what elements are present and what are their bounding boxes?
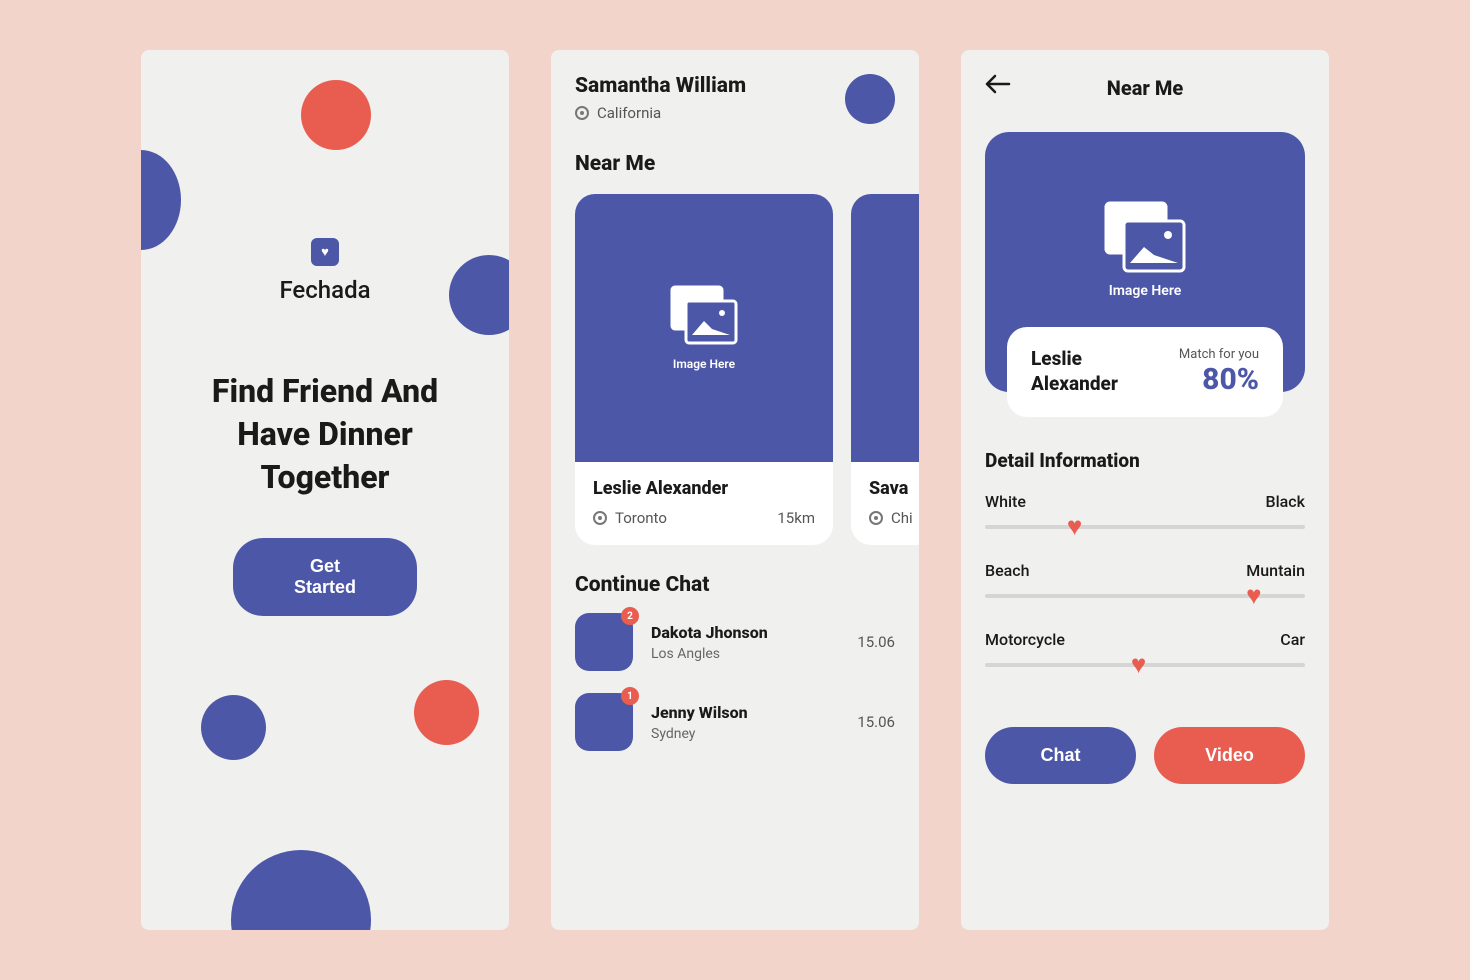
get-started-button[interactable]: Get Started: [233, 538, 417, 616]
preference-slider[interactable]: White Black ♥: [985, 492, 1305, 529]
page-title: Near Me: [1107, 76, 1183, 100]
image-placeholder-icon: [1102, 201, 1188, 275]
location-icon: [593, 511, 607, 525]
chat-name: Dakota Jhonson: [651, 623, 839, 642]
card-name: Sava: [869, 478, 919, 499]
unread-badge: 1: [621, 687, 639, 705]
near-me-title: Near Me: [575, 152, 895, 176]
placeholder-label: Image Here: [1109, 283, 1182, 299]
decor-dot: [414, 680, 479, 745]
heart-icon[interactable]: ♥: [1131, 652, 1146, 678]
slider-left-label: Motorcycle: [985, 630, 1065, 649]
user-name: Samantha William: [575, 74, 746, 98]
chat-time: 15.06: [857, 633, 895, 651]
chat-name: Jenny Wilson: [651, 703, 839, 722]
placeholder-label: Image Here: [673, 357, 735, 371]
onboarding-screen: ♥ Fechada Find Friend And Have Dinner To…: [141, 50, 509, 930]
heart-icon: ♥: [321, 246, 329, 259]
decor-dot: [201, 695, 266, 760]
location-icon: [869, 511, 883, 525]
decor-dot: [301, 80, 371, 150]
chat-time: 15.06: [857, 713, 895, 731]
profile-card[interactable]: Sava Chi: [851, 194, 919, 545]
home-screen: Samantha William California Near Me Imag…: [551, 50, 919, 930]
slider-left-label: Beach: [985, 561, 1030, 580]
chat-item[interactable]: 1 Jenny Wilson Sydney 15.06: [575, 693, 895, 751]
user-location: California: [597, 104, 661, 122]
detail-info-title: Detail Information: [985, 449, 1305, 472]
heart-icon[interactable]: ♥: [1246, 583, 1261, 609]
card-city: Toronto: [615, 509, 667, 527]
profile-card[interactable]: Image Here Leslie Alexander Toronto 15km: [575, 194, 833, 545]
near-me-cards[interactable]: Image Here Leslie Alexander Toronto 15km…: [575, 194, 919, 545]
card-name: Leslie Alexander: [593, 478, 815, 499]
match-box: Leslie Alexander Match for you 80%: [1007, 327, 1283, 417]
location-icon: [575, 106, 589, 120]
slider-right-label: Car: [1280, 630, 1305, 649]
match-name: Leslie Alexander: [1031, 347, 1151, 396]
chat-location: Los Angles: [651, 646, 839, 662]
image-placeholder-icon: [668, 285, 740, 347]
slider-right-label: Muntain: [1246, 561, 1305, 580]
detail-screen: Near Me Image Here Leslie Alexander Matc…: [961, 50, 1329, 930]
preference-slider[interactable]: Motorcycle Car ♥: [985, 630, 1305, 667]
video-button[interactable]: Video: [1154, 727, 1305, 784]
preference-slider[interactable]: Beach Muntain ♥: [985, 561, 1305, 598]
match-percentage: 80%: [1179, 362, 1259, 397]
avatar[interactable]: [845, 74, 895, 124]
decor-dot: [141, 150, 181, 250]
arrow-left-icon: [985, 74, 1011, 94]
heart-icon[interactable]: ♥: [1067, 514, 1082, 540]
decor-dot: [231, 850, 371, 930]
app-name: Fechada: [141, 276, 509, 304]
logo-icon: ♥: [311, 238, 339, 266]
chat-button[interactable]: Chat: [985, 727, 1136, 784]
slider-right-label: Black: [1266, 492, 1306, 511]
continue-chat-title: Continue Chat: [575, 573, 895, 597]
back-button[interactable]: [985, 74, 1011, 98]
card-city: Chi: [891, 509, 913, 527]
match-label: Match for you: [1179, 347, 1259, 362]
headline: Find Friend And Have Dinner Together: [141, 370, 509, 500]
unread-badge: 2: [621, 607, 639, 625]
chat-item[interactable]: 2 Dakota Jhonson Los Angles 15.06: [575, 613, 895, 671]
card-distance: 15km: [777, 509, 815, 527]
slider-left-label: White: [985, 492, 1026, 511]
chat-location: Sydney: [651, 726, 839, 742]
